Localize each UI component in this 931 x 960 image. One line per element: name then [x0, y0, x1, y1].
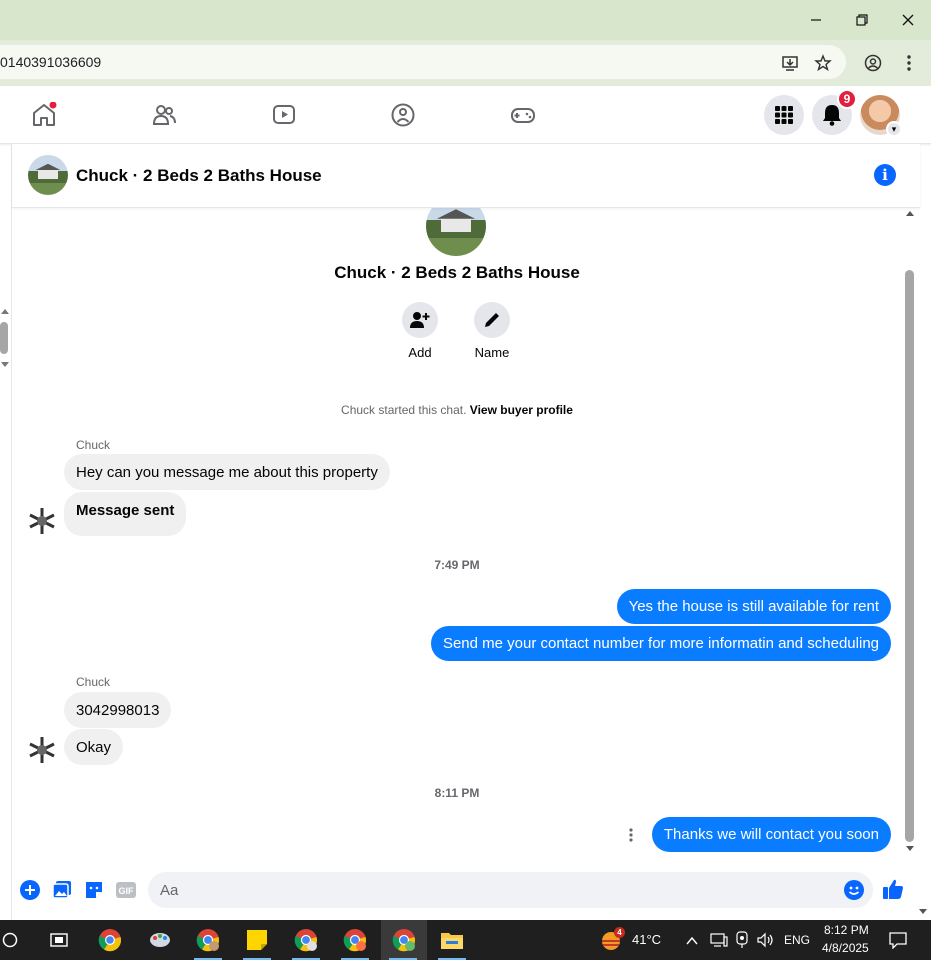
close-window-button[interactable]	[893, 8, 923, 32]
task-view-icon[interactable]	[37, 920, 81, 960]
sticky-notes-icon[interactable]	[235, 920, 279, 960]
info-icon[interactable]: i	[874, 164, 896, 186]
listing-thumbnail[interactable]	[28, 155, 68, 195]
add-label: Add	[408, 345, 432, 360]
like-thumbs-up-icon[interactable]	[882, 878, 904, 900]
chuck-avatar[interactable]	[28, 507, 56, 535]
pencil-icon[interactable]	[474, 302, 510, 338]
chrome-icon[interactable]	[88, 920, 132, 960]
bookmark-star-icon[interactable]	[813, 53, 833, 73]
outgoing-message[interactable]: Send me your contact number for more inf…	[430, 626, 891, 661]
install-app-icon[interactable]	[780, 53, 800, 73]
sender-name: Chuck	[76, 438, 111, 452]
timestamp: 7:49 PM	[434, 558, 480, 572]
add-person-icon[interactable]	[402, 302, 438, 338]
chrome-profile-icon[interactable]	[186, 920, 230, 960]
home-icon[interactable]	[29, 100, 59, 130]
chat-title[interactable]: Chuck · 2 Beds 2 Baths House	[76, 166, 322, 186]
chat-scrollbar-thumb[interactable]	[905, 270, 914, 842]
show-hidden-icons-chevron-icon[interactable]	[686, 933, 698, 951]
paint-app-icon[interactable]	[138, 920, 182, 960]
facebook-top-nav	[0, 86, 931, 144]
file-explorer-icon[interactable]	[430, 920, 474, 960]
gif-icon[interactable]: GIF	[115, 879, 137, 901]
chrome-profile-icon[interactable]	[333, 920, 377, 960]
friends-icon[interactable]	[149, 100, 179, 130]
temperature[interactable]: 41°C	[632, 932, 661, 947]
video-icon[interactable]	[269, 100, 299, 130]
add-people-action[interactable]: Add	[390, 302, 450, 360]
bell-icon	[823, 105, 841, 126]
browser-titlebar	[0, 0, 931, 40]
menu-button[interactable]	[764, 95, 804, 135]
svg-text:GIF: GIF	[119, 886, 135, 896]
chat-panel: Chuck · 2 Beds 2 Baths House i Chuck · 2…	[11, 144, 920, 920]
incoming-message[interactable]: Okay	[64, 729, 124, 765]
camera-privacy-icon[interactable]	[735, 931, 749, 954]
sender-name: Chuck	[76, 675, 111, 689]
groups-icon[interactable]	[388, 100, 418, 130]
page-scroll-down-arrow[interactable]	[918, 906, 928, 916]
name-label: Name	[474, 345, 510, 360]
search-circle-icon[interactable]	[0, 920, 30, 960]
grid-menu-icon	[775, 106, 793, 124]
profile-icon[interactable]	[863, 53, 883, 73]
chat-start-text: Chuck started this chat.	[341, 403, 467, 417]
message-input[interactable]: Aa	[148, 872, 873, 908]
chuck-avatar[interactable]	[28, 736, 56, 764]
timestamp: 8:11 PM	[434, 786, 480, 800]
notification-center-icon[interactable]	[889, 931, 907, 954]
incoming-message[interactable]: 3042998013	[64, 692, 172, 728]
name-chat-action[interactable]: Name	[462, 302, 522, 360]
chrome-profile-icon[interactable]	[284, 920, 328, 960]
gaming-icon[interactable]	[508, 100, 538, 130]
photo-icon[interactable]	[51, 879, 73, 901]
incoming-message[interactable]: Hey can you message me about this proper…	[64, 454, 390, 490]
url-text[interactable]: 0140391036609	[0, 54, 101, 70]
browser-toolbar: 0140391036609	[0, 40, 931, 86]
chat-scrollbar[interactable]	[902, 208, 918, 858]
restore-icon	[856, 14, 868, 26]
emoji-icon[interactable]	[844, 880, 864, 900]
omnibox[interactable]: 0140391036609	[0, 45, 846, 79]
clock-date[interactable]: 4/8/2025	[822, 941, 869, 955]
outgoing-message[interactable]: Yes the house is still available for ren…	[616, 589, 891, 624]
close-icon	[902, 14, 914, 26]
chat-header: Chuck · 2 Beds 2 Baths House i	[12, 144, 920, 208]
message-options-icon[interactable]	[628, 827, 634, 848]
weather-alert-badge: 4	[614, 927, 625, 938]
minimize-button[interactable]	[801, 8, 831, 32]
minimize-icon	[811, 19, 821, 21]
network-icon[interactable]	[710, 932, 728, 953]
chevron-down-icon[interactable]: ▾	[886, 121, 902, 137]
page-scrollbar[interactable]	[0, 308, 10, 368]
incoming-message-sent-notice[interactable]: Message sent	[64, 492, 187, 536]
outgoing-message[interactable]: Thanks we will contact you soon	[651, 817, 891, 852]
plus-icon[interactable]	[19, 879, 41, 901]
sticker-icon[interactable]	[83, 879, 105, 901]
listing-title: Chuck · 2 Beds 2 Baths House	[334, 263, 580, 282]
chrome-profile-icon[interactable]	[381, 920, 427, 960]
notification-badge: 9	[837, 89, 857, 109]
restore-button[interactable]	[847, 8, 877, 32]
language-indicator[interactable]: ENG	[784, 933, 810, 947]
weather-icon[interactable]: 4	[600, 927, 625, 956]
windows-taskbar: 4 41°C ENG 8:12 PM 4/8/2025	[0, 920, 931, 960]
view-buyer-profile-link[interactable]: View buyer profile	[470, 403, 573, 417]
volume-icon[interactable]	[757, 932, 775, 953]
kebab-menu-icon[interactable]	[899, 53, 919, 73]
clock-time[interactable]: 8:12 PM	[824, 923, 869, 937]
message-composer: GIF Aa	[12, 870, 920, 916]
chat-start-notice: Chuck started this chat. View buyer prof…	[12, 403, 902, 417]
